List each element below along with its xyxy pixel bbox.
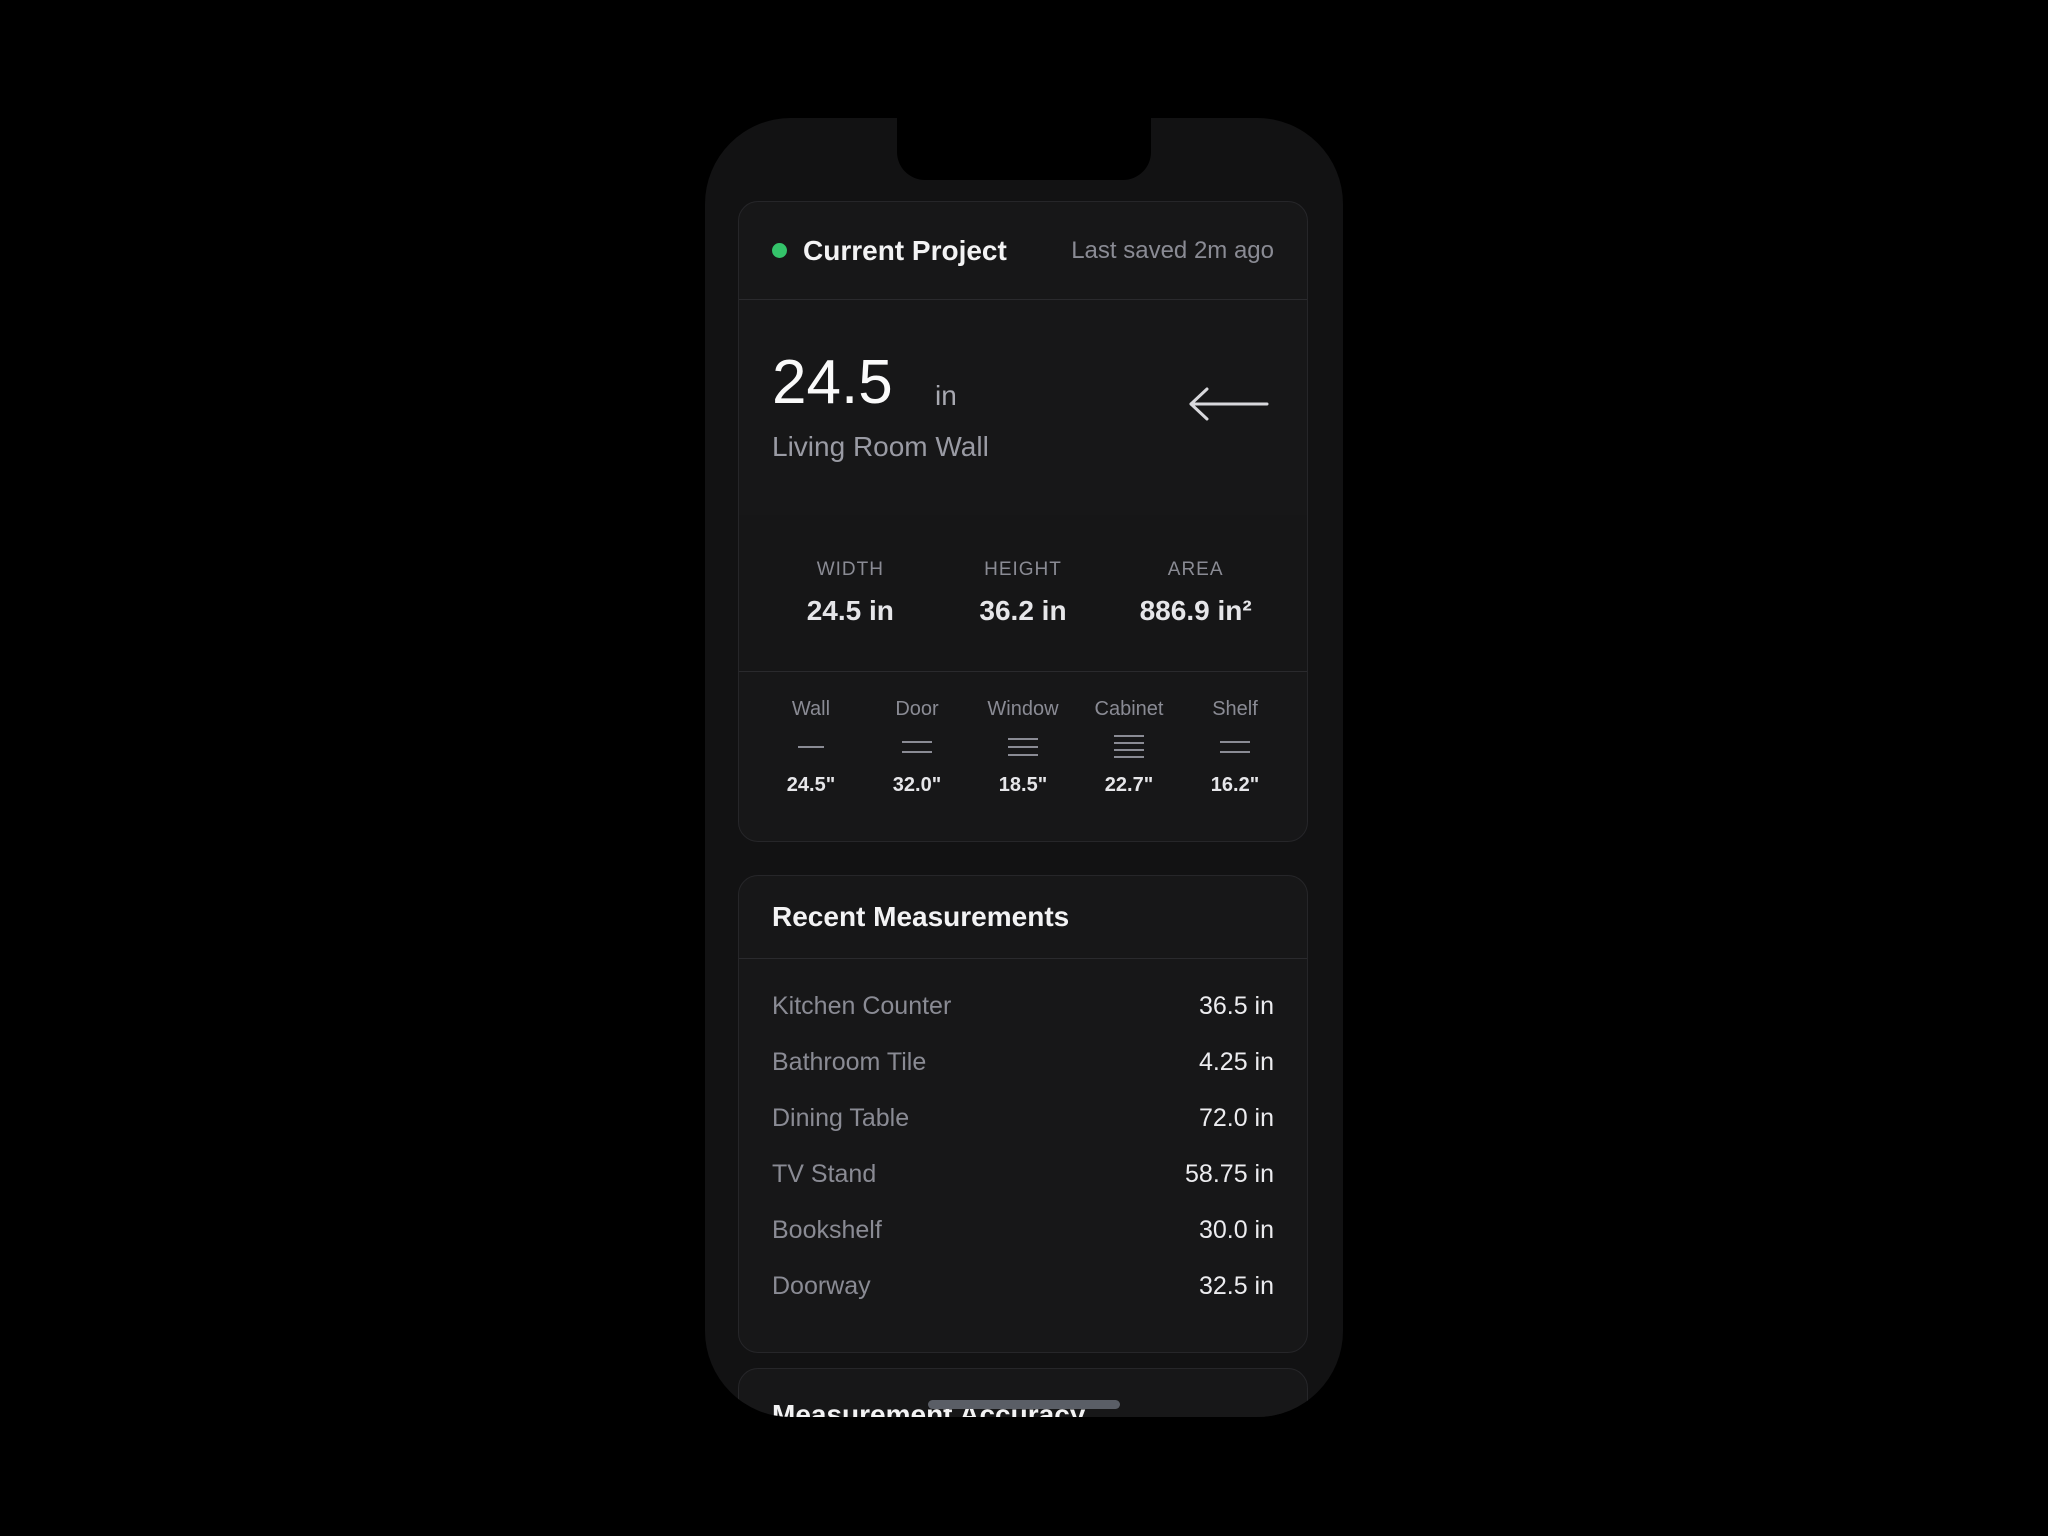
item-value: 58.75 in: [1185, 1159, 1274, 1188]
type-label: Door: [895, 698, 939, 720]
section-title: Recent Measurements: [772, 901, 1070, 932]
type-value: 32.0": [892, 774, 942, 796]
type-label: Window: [987, 698, 1059, 720]
type-label: Wall: [791, 698, 831, 720]
list-item[interactable]: Bathroom Tile 4.25 in: [739, 1034, 1307, 1090]
dimensions-row: WIDTH 24.5 in HEIGHT 36.2 in AREA 886.9 …: [739, 515, 1307, 672]
dimension-label: HEIGHT: [984, 559, 1062, 580]
measurement-name: Living Room Wall: [772, 431, 989, 462]
type-door[interactable]: Door 32.0": [867, 698, 967, 797]
home-indicator[interactable]: [928, 1400, 1120, 1409]
status-dot: [772, 243, 787, 258]
item-name: Doorway: [772, 1271, 871, 1300]
item-value: 32.5 in: [1198, 1271, 1274, 1300]
measurement-types: Wall 24.5" Door 32.0" Window 18.5" Cabin…: [739, 672, 1307, 797]
dimension-width: WIDTH 24.5 in: [765, 559, 935, 627]
project-header: Current Project Last saved 2m ago: [739, 202, 1307, 300]
arrow-left-icon[interactable]: [1187, 386, 1269, 422]
last-saved-text: Last saved 2m ago: [1071, 236, 1274, 264]
accuracy-card: Measurement Accuracy: [738, 1368, 1308, 1417]
item-name: TV Stand: [772, 1159, 877, 1188]
item-value: 30.0 in: [1198, 1215, 1274, 1244]
dimension-value: 24.5 in: [806, 595, 894, 626]
item-value: 72.0 in: [1198, 1103, 1274, 1132]
list-item[interactable]: Doorway 32.5 in: [739, 1258, 1307, 1314]
phone-frame: Current Project Last saved 2m ago 24.5 i…: [705, 118, 1343, 1417]
three-lines-icon: [1008, 738, 1038, 756]
type-value: 18.5": [998, 774, 1048, 796]
type-label: Cabinet: [1094, 698, 1164, 720]
item-name: Dining Table: [772, 1103, 910, 1132]
dimension-label: AREA: [1167, 559, 1224, 580]
list-item[interactable]: Dining Table 72.0 in: [739, 1090, 1307, 1146]
recent-measurements-card: Recent Measurements Kitchen Counter 36.5…: [738, 875, 1308, 1353]
type-shelf[interactable]: Shelf 16.2": [1185, 698, 1285, 797]
list-item[interactable]: TV Stand 58.75 in: [739, 1146, 1307, 1202]
measurement-unit: in: [935, 380, 957, 411]
one-line-icon: [798, 746, 824, 748]
dimension-area: AREA 886.9 in²: [1111, 559, 1281, 627]
type-value: 22.7": [1104, 774, 1154, 796]
type-value: 24.5": [786, 774, 836, 796]
item-name: Bookshelf: [772, 1215, 882, 1244]
type-wall[interactable]: Wall 24.5": [761, 698, 861, 797]
dimension-height: HEIGHT 36.2 in: [938, 559, 1108, 627]
item-name: Bathroom Tile: [772, 1047, 927, 1076]
dimension-value: 36.2 in: [979, 595, 1067, 626]
two-lines-icon: [902, 741, 932, 753]
four-lines-icon: [1114, 735, 1144, 758]
notch: [897, 118, 1151, 180]
type-label: Shelf: [1212, 698, 1258, 720]
type-cabinet[interactable]: Cabinet 22.7": [1079, 698, 1179, 797]
item-value: 36.5 in: [1198, 991, 1274, 1020]
type-value: 16.2": [1210, 774, 1260, 796]
item-value: 4.25 in: [1198, 1047, 1274, 1076]
dimension-value: 886.9 in²: [1139, 595, 1252, 626]
list-item[interactable]: Bookshelf 30.0 in: [739, 1202, 1307, 1258]
current-project-card: Current Project Last saved 2m ago 24.5 i…: [738, 201, 1308, 842]
measurement-value: 24.5: [772, 348, 893, 417]
dimension-label: WIDTH: [816, 559, 884, 580]
current-measurement[interactable]: 24.5 in Living Room Wall: [739, 300, 1307, 515]
type-window[interactable]: Window 18.5": [973, 698, 1073, 797]
item-name: Kitchen Counter: [772, 991, 952, 1020]
two-lines-icon: [1220, 741, 1250, 753]
list-item[interactable]: Kitchen Counter 36.5 in: [739, 978, 1307, 1034]
project-title: Current Project: [803, 234, 1007, 266]
